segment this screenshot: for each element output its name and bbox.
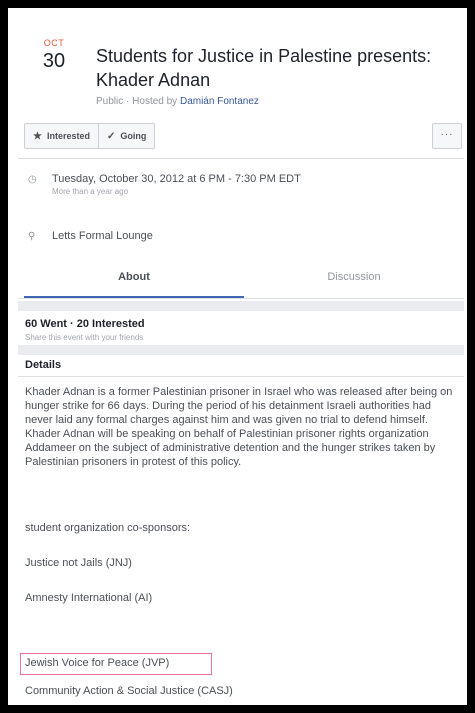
host-link[interactable]: Damián Fontanez (180, 96, 259, 107)
event-title: Students for Justice in Palestine presen… (96, 46, 432, 90)
divider (18, 376, 464, 377)
cosponsor-item: Community Action & Social Justice (CASJ) (25, 685, 233, 697)
event-date-badge: OCT 30 (34, 38, 74, 73)
meta-separator: · (126, 96, 130, 107)
event-location: Letts Formal Lounge (52, 230, 153, 242)
event-day: 30 (42, 50, 66, 72)
checkmark-icon: ✓ (106, 130, 116, 142)
share-hint: Share this event with your friends (25, 333, 144, 342)
tab-about[interactable]: About (24, 264, 244, 298)
interested-button[interactable]: ★ Interested (25, 124, 98, 148)
map-pin-icon: ⚲ (28, 231, 36, 242)
cosponsors-heading: student organization co-sponsors: (25, 522, 191, 534)
going-label: Going (120, 131, 147, 141)
event-datetime: Tuesday, October 30, 2012 at 6 PM - 7:30… (52, 173, 301, 185)
interested-label: Interested (46, 131, 90, 141)
clock-icon: ◷ (28, 174, 37, 185)
rsvp-button-group: ★ Interested ✓ Going (24, 123, 156, 149)
divider (18, 158, 464, 159)
cosponsor-item-highlighted: Jewish Voice for Peace (JVP) (25, 657, 170, 669)
divider (18, 298, 464, 299)
star-icon: ★ (33, 130, 42, 142)
event-description: Khader Adnan is a former Palestinian pri… (25, 386, 453, 468)
event-tabs: About Discussion (24, 264, 464, 298)
cosponsor-item: Justice not Jails (JNJ) (25, 557, 132, 569)
section-separator (18, 345, 464, 355)
tab-discussion[interactable]: Discussion (244, 264, 464, 296)
section-separator (18, 301, 464, 311)
event-datetime-row: ◷ Tuesday, October 30, 2012 at 6 PM - 7:… (28, 173, 448, 196)
event-month: OCT (43, 38, 65, 48)
details-heading: Details (25, 359, 62, 371)
event-location-row[interactable]: ⚲ Letts Formal Lounge (28, 230, 448, 242)
cosponsor-item: Amnesty International (AI) (25, 592, 153, 604)
more-options-button[interactable]: ··· (432, 123, 462, 149)
event-card: OCT 30 Students for Justice in Palestine… (8, 8, 467, 705)
event-datetime-relative: More than a year ago (52, 187, 129, 196)
hosted-by-label: Hosted by (132, 96, 178, 107)
going-button[interactable]: ✓ Going (97, 124, 154, 148)
event-meta: Public · Hosted by Damián Fontanez (96, 96, 259, 107)
event-visibility: Public (96, 96, 124, 107)
attendance-summary[interactable]: 60 Went · 20 Interested (25, 318, 145, 330)
